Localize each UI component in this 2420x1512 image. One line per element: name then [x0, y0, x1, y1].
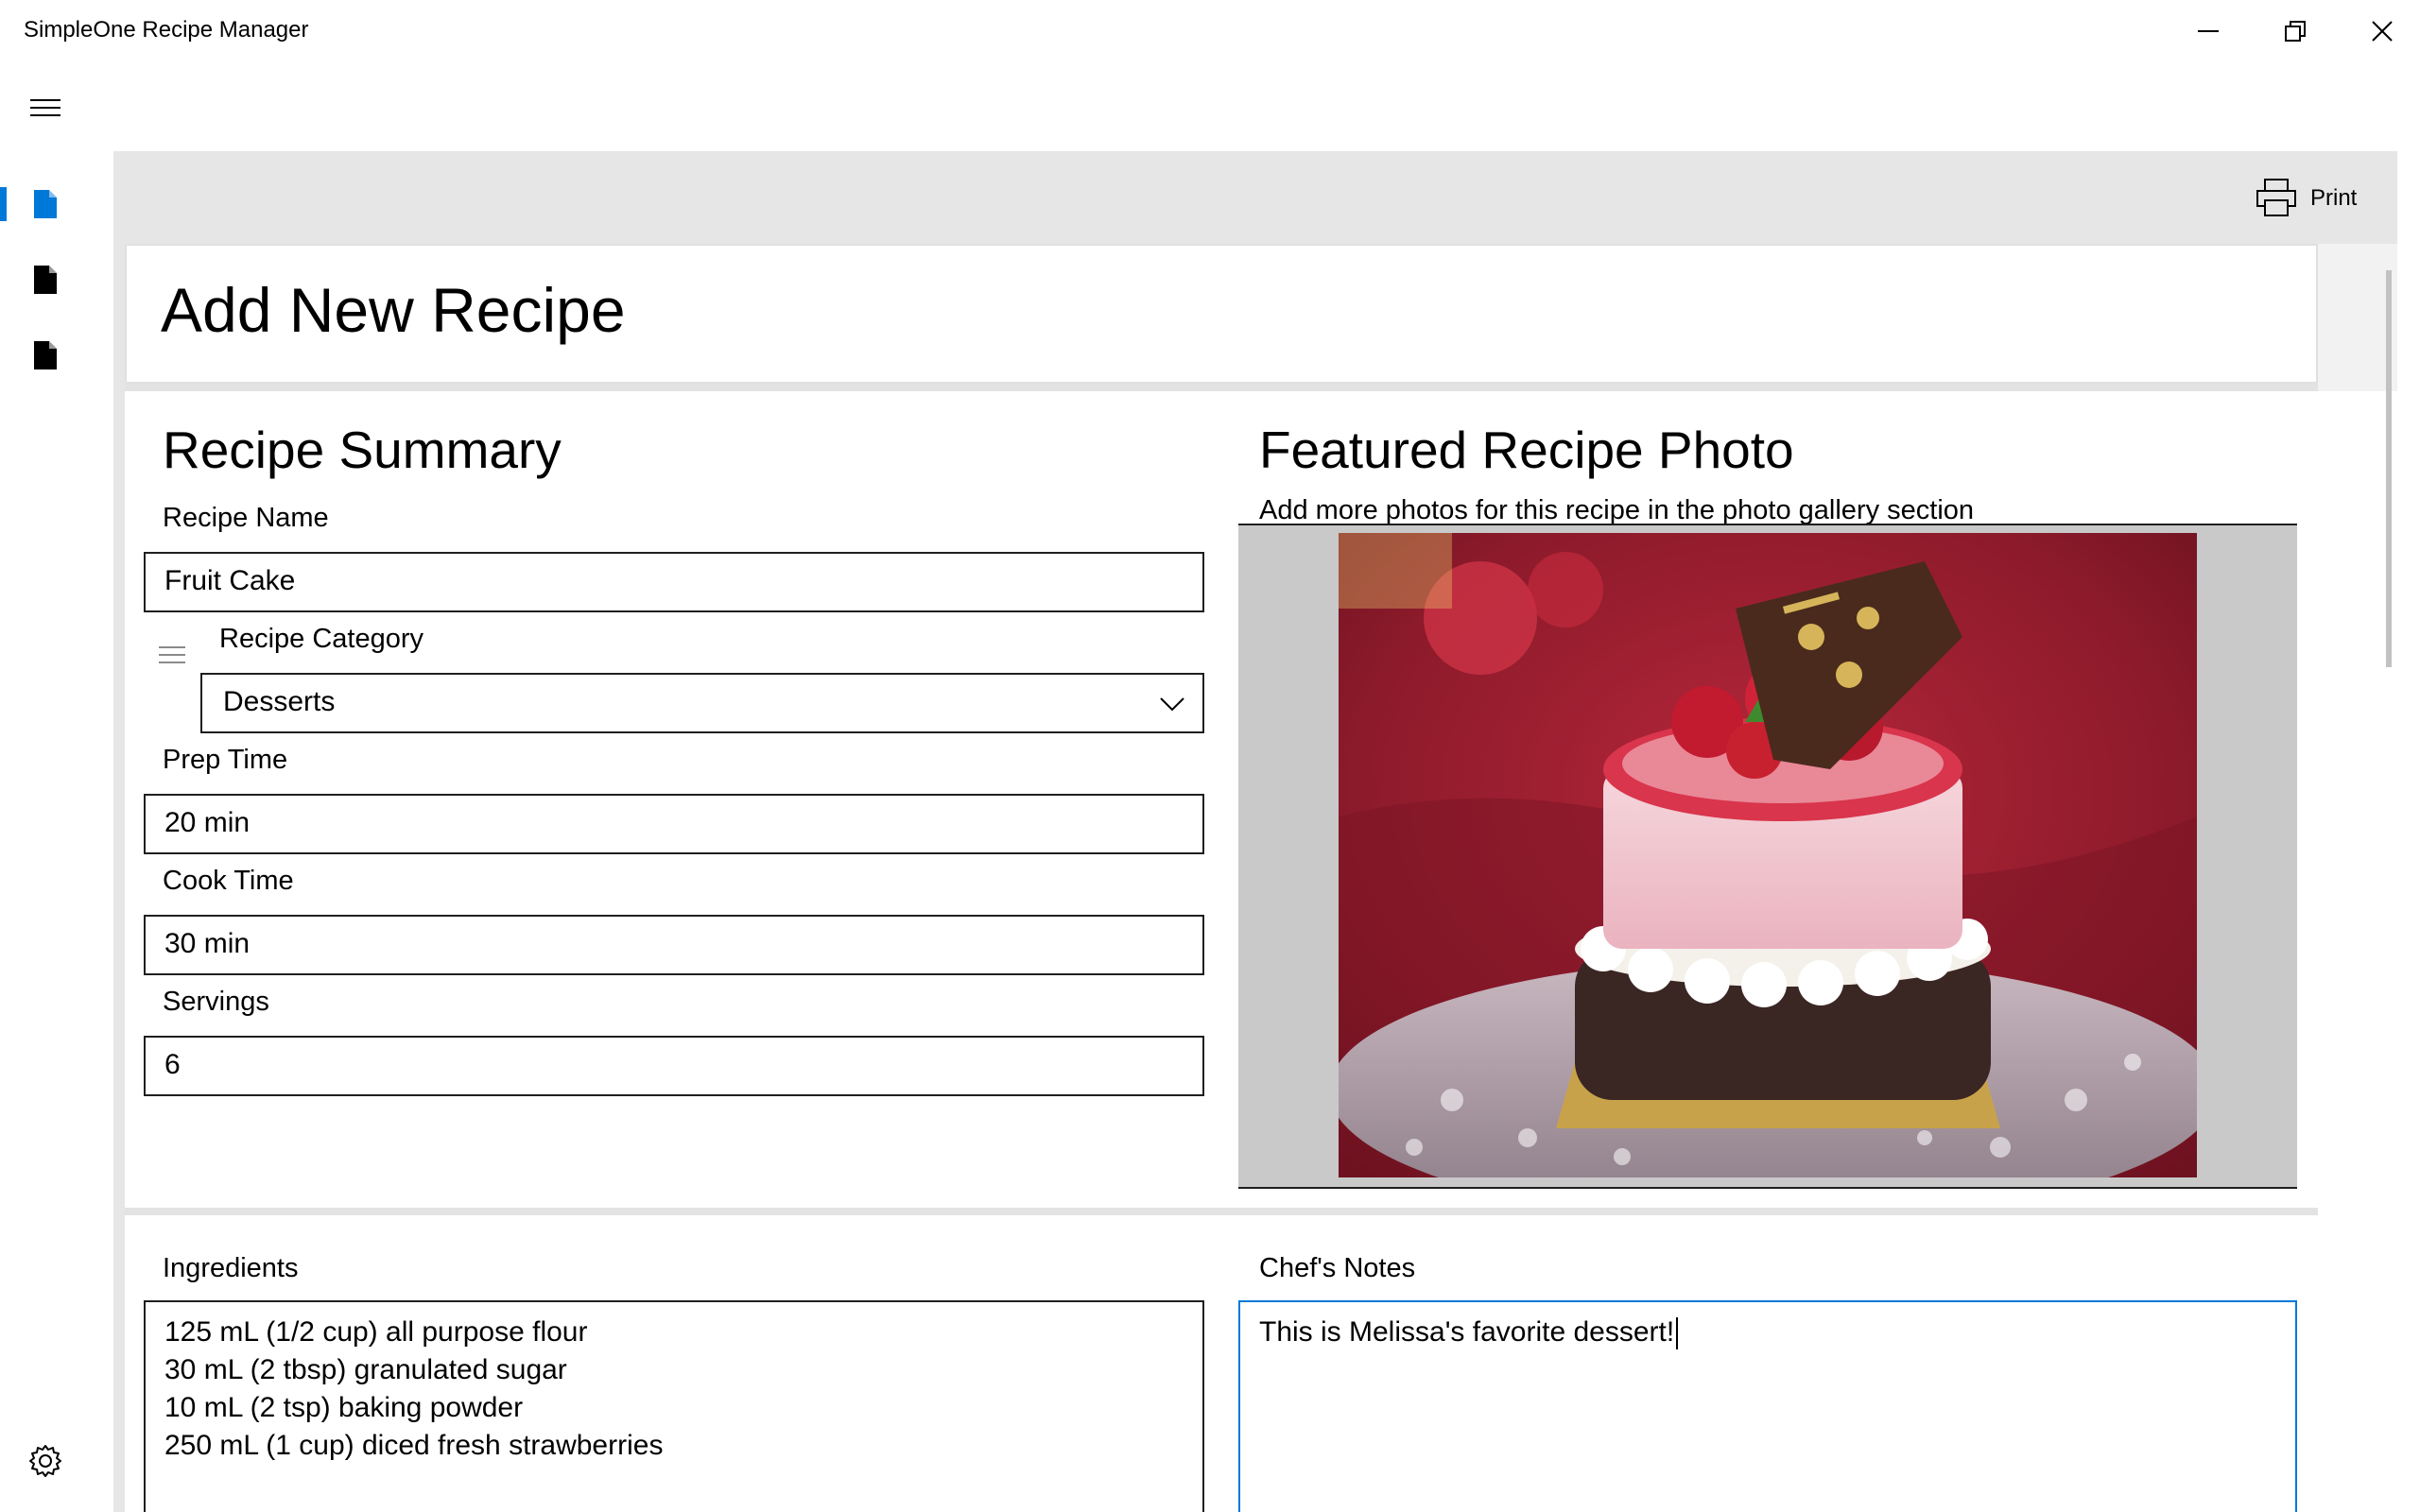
- divider: [125, 384, 2318, 391]
- chevron-down-icon: [1160, 697, 1184, 712]
- nav-item-document-3[interactable]: [0, 325, 91, 386]
- recipe-name-label: Recipe Name: [163, 503, 329, 533]
- document-icon: [34, 341, 57, 369]
- text-caret: [1676, 1317, 1679, 1350]
- restore-button[interactable]: [2252, 0, 2339, 62]
- recipe-summary-heading: Recipe Summary: [163, 421, 562, 479]
- drag-handle-icon: [159, 646, 185, 663]
- restore-icon: [2285, 21, 2306, 42]
- notes-card: Ingredients 125 mL (1/2 cup) all purpose…: [125, 1215, 2397, 1512]
- servings-label: Servings: [163, 987, 269, 1017]
- recipe-page: Add New Recipe Recipe Summary Recipe Nam…: [125, 244, 2397, 1512]
- prep-time-label: Prep Time: [163, 745, 288, 775]
- close-button[interactable]: [2339, 0, 2420, 62]
- cook-time-label: Cook Time: [163, 866, 294, 896]
- cake-photo: [1339, 533, 2197, 1177]
- printer-icon: [2256, 179, 2296, 216]
- drag-handle[interactable]: [157, 644, 187, 670]
- featured-photo-subtitle: Add more photos for this recipe in the p…: [1259, 495, 1975, 525]
- nav-item-document-2[interactable]: [0, 249, 91, 310]
- ingredient-line: 250 mL (1 cup) diced fresh strawberries: [164, 1430, 664, 1461]
- ingredients-textarea[interactable]: 125 mL (1/2 cup) all purpose flour 30 mL…: [144, 1300, 1204, 1512]
- ingredients-label: Ingredients: [163, 1253, 299, 1283]
- featured-photo-heading: Featured Recipe Photo: [1259, 421, 1794, 479]
- recipe-category-dropdown[interactable]: Desserts: [200, 673, 1204, 733]
- ingredient-line: 30 mL (2 tbsp) granulated sugar: [164, 1354, 567, 1385]
- divider: [125, 1208, 2318, 1215]
- recipe-category-value: Desserts: [223, 686, 336, 717]
- cook-time-input[interactable]: 30 min: [144, 915, 1204, 975]
- print-label: Print: [2310, 185, 2358, 211]
- chefs-notes-text: This is Melissa's favorite dessert!: [1259, 1316, 1675, 1348]
- featured-photo-frame[interactable]: [1238, 524, 2297, 1189]
- ingredient-line: 125 mL (1/2 cup) all purpose flour: [164, 1316, 588, 1348]
- prep-time-input[interactable]: 20 min: [144, 794, 1204, 854]
- settings-button[interactable]: [25, 1440, 66, 1482]
- header-card: Add New Recipe: [125, 244, 2318, 384]
- hamburger-icon: [30, 99, 60, 116]
- chefs-notes-label: Chef's Notes: [1259, 1253, 1416, 1283]
- minimize-icon: [2198, 30, 2219, 32]
- gear-icon: [29, 1445, 61, 1477]
- featured-recipe-photo[interactable]: [1339, 533, 2197, 1177]
- title-bar: SimpleOne Recipe Manager: [0, 0, 2420, 62]
- command-bar: Print: [113, 151, 2397, 242]
- minimize-button[interactable]: [2165, 0, 2252, 62]
- document-icon: [34, 190, 57, 218]
- page-title: Add New Recipe: [161, 275, 626, 345]
- document-icon: [34, 266, 57, 294]
- app-title: SimpleOne Recipe Manager: [24, 17, 309, 43]
- ingredient-line: 10 mL (2 tsp) baking powder: [164, 1392, 524, 1423]
- selection-indicator: [0, 187, 7, 221]
- print-button[interactable]: Print: [2256, 170, 2378, 223]
- recipe-name-input[interactable]: Fruit Cake: [144, 552, 1204, 612]
- nav-item-add-recipe[interactable]: [0, 174, 91, 234]
- servings-input[interactable]: 6: [144, 1036, 1204, 1096]
- recipe-category-label: Recipe Category: [219, 624, 424, 654]
- hamburger-menu-button[interactable]: [26, 94, 64, 123]
- chefs-notes-textarea[interactable]: This is Melissa's favorite dessert!: [1238, 1300, 2297, 1512]
- app-window: SimpleOne Recipe Manager Print Add New R…: [0, 0, 2420, 1512]
- content-area: Add New Recipe Recipe Summary Recipe Nam…: [113, 242, 2397, 1512]
- vertical-scrollbar[interactable]: [2386, 270, 2392, 667]
- close-icon: [2372, 21, 2393, 42]
